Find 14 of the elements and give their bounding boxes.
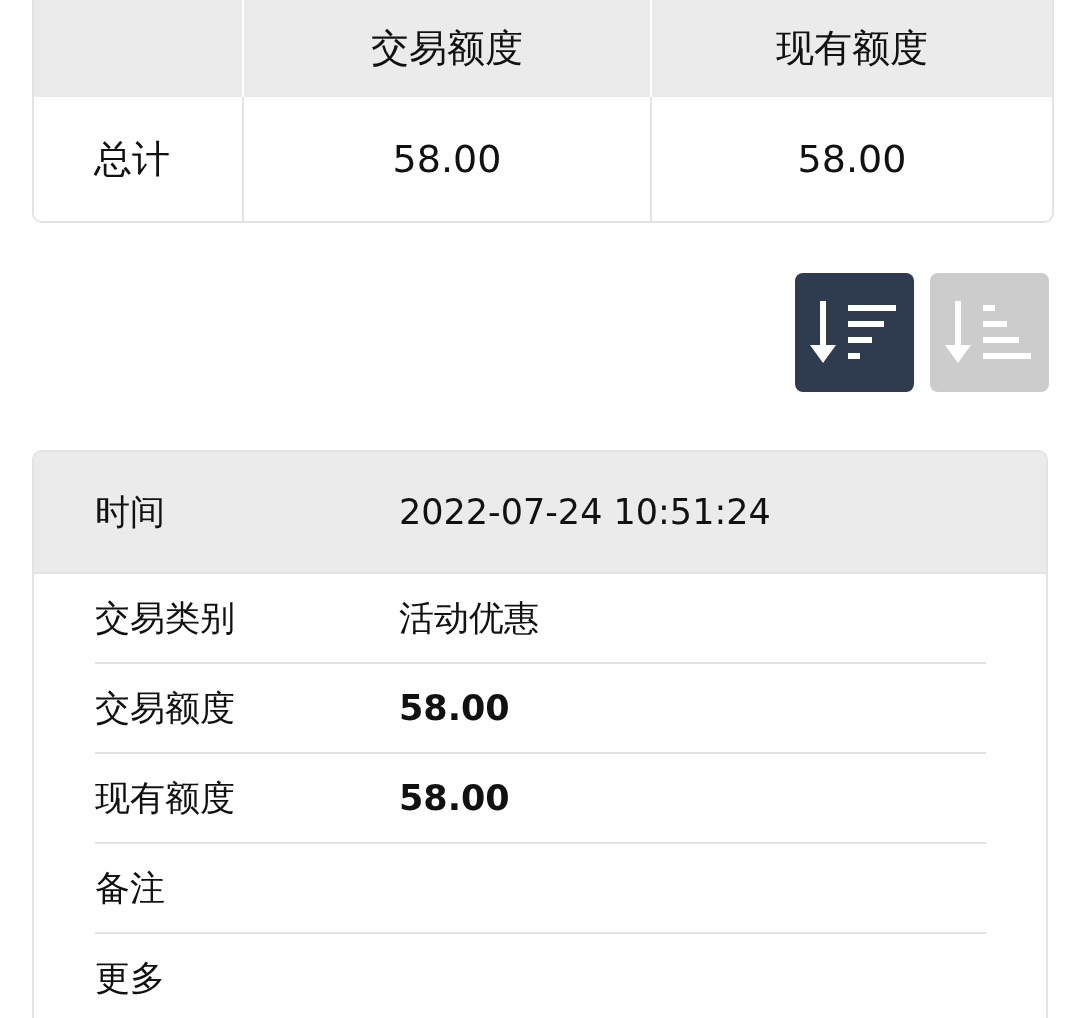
field-value: 2022-07-24 10:51:24 — [399, 492, 771, 532]
row-label: 总计 — [93, 135, 171, 183]
field-value: 活动优惠 — [399, 596, 539, 640]
field-label: 更多 — [95, 956, 166, 1000]
field-value: 58.00 — [399, 688, 510, 728]
field-value: 58.00 — [399, 778, 510, 818]
table-cell: 58.00 — [242, 97, 650, 221]
table-cell: 58.00 — [650, 97, 1052, 221]
field-label: 现有额度 — [95, 776, 236, 820]
field-label: 交易类别 — [95, 596, 236, 640]
field-label: 交易额度 — [95, 686, 236, 730]
field-label: 时间 — [95, 490, 166, 534]
sort-button[interactable] — [795, 273, 914, 392]
field-label: 备注 — [95, 866, 166, 910]
